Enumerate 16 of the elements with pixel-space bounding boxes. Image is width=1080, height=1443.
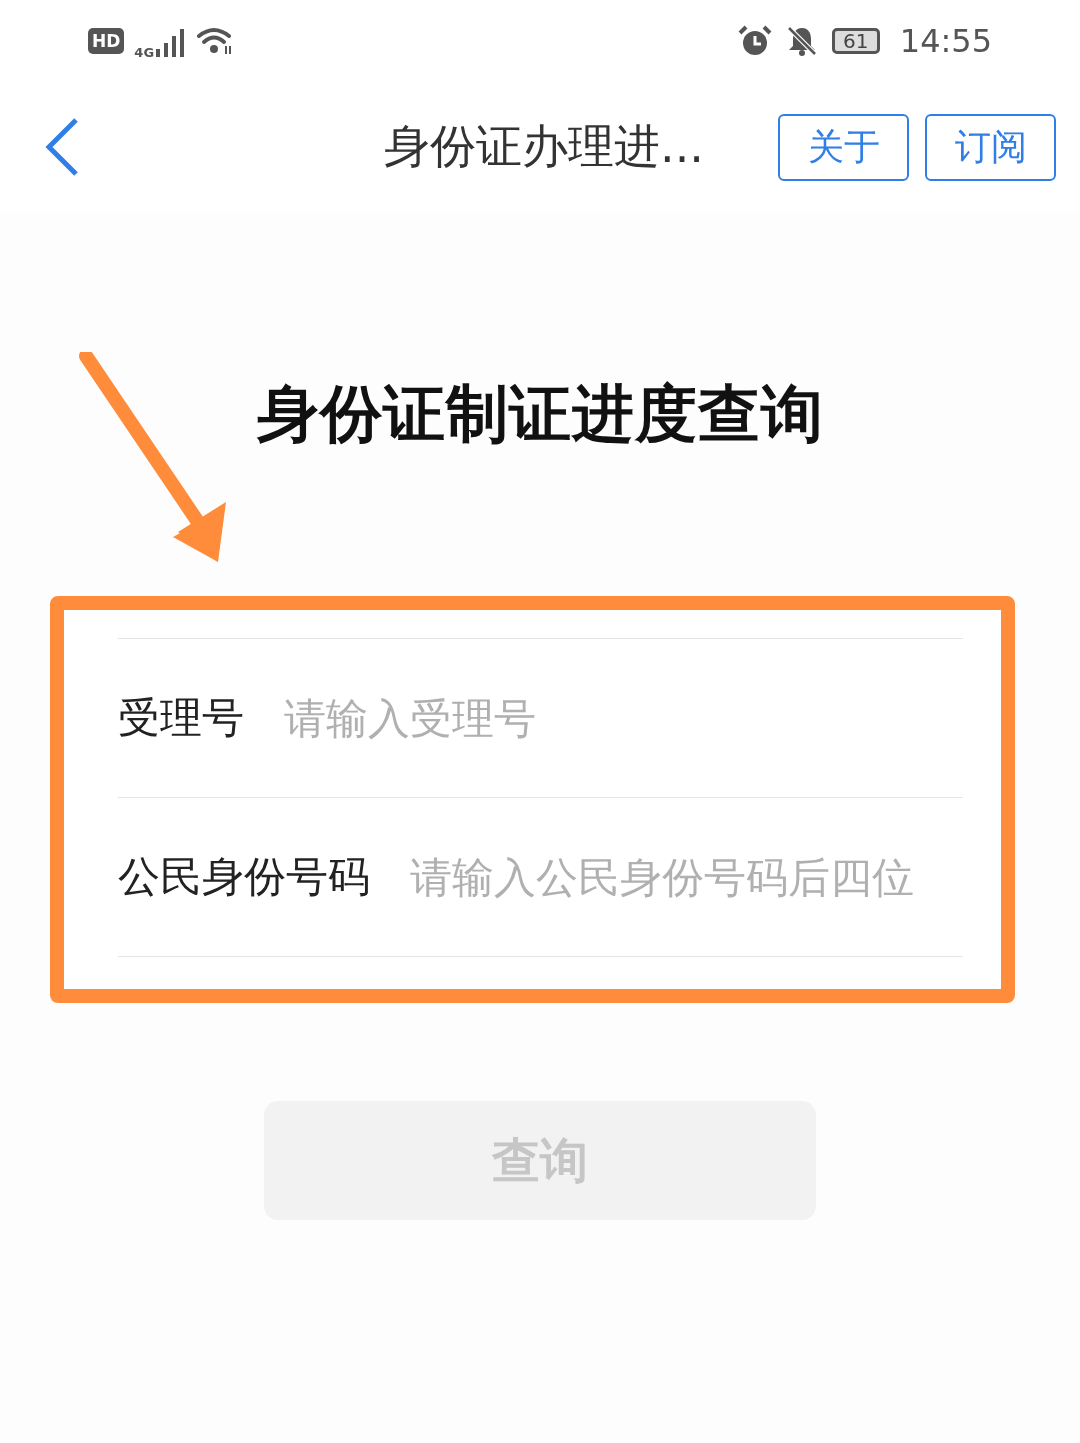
signal-icon — [156, 29, 187, 57]
input-field[interactable]: 请输入受理号 — [284, 693, 963, 743]
header-button[interactable]: 订阅 — [925, 113, 1056, 181]
field-label: 受理号 — [118, 692, 244, 744]
network-type: 4G — [134, 44, 155, 60]
battery-level: 61 — [843, 31, 869, 51]
alarm-icon — [737, 25, 772, 57]
bell-off-icon — [785, 25, 818, 57]
field-label: 公民身份号码 — [118, 851, 370, 903]
back-icon[interactable] — [44, 117, 80, 177]
hd-badge: HD — [88, 28, 125, 54]
clock-time: 14:55 — [899, 22, 992, 60]
page-heading: 身份证制证进度查询 — [255, 376, 825, 452]
input-field[interactable]: 请输入公民身份号码后四位 — [410, 852, 963, 902]
header-button[interactable]: 关于 — [778, 113, 909, 181]
page-title: 身份证办理进... — [383, 118, 705, 175]
